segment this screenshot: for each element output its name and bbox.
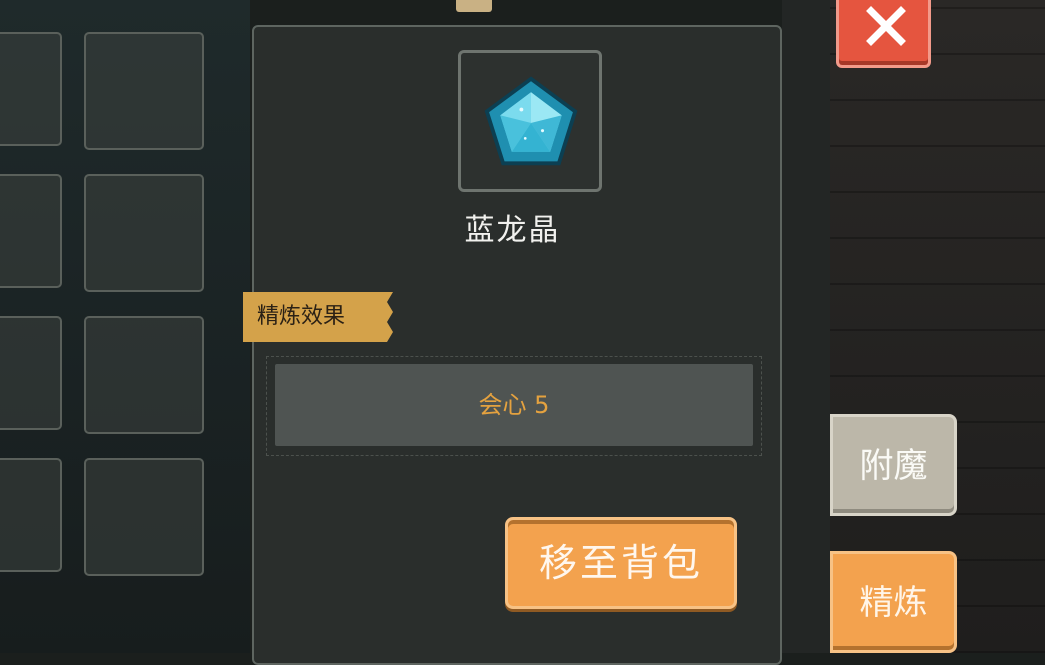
blue-pentagon-gem-icon — [484, 76, 578, 166]
top-decoration — [456, 0, 492, 12]
tab-enchant[interactable]: 附魔 — [830, 414, 957, 516]
inventory-slot[interactable] — [84, 32, 204, 150]
inventory-slot[interactable] — [0, 174, 62, 288]
inventory-slot[interactable] — [84, 174, 204, 292]
inventory-slot[interactable] — [0, 32, 62, 146]
inventory-slot[interactable] — [84, 316, 204, 434]
inventory-slot[interactable] — [0, 458, 62, 572]
refine-effect-value: 会心 5 — [275, 364, 753, 446]
refine-effect-tag: 精炼效果 — [243, 292, 393, 342]
close-button[interactable] — [836, 0, 931, 68]
item-icon-slot — [458, 50, 602, 192]
item-name: 蓝龙晶 — [464, 213, 561, 248]
move-to-backpack-button[interactable]: 移至背包 — [505, 517, 737, 609]
inventory-slot[interactable] — [84, 458, 204, 576]
inventory-slot[interactable] — [0, 316, 62, 430]
close-icon — [866, 6, 906, 46]
background-divider — [782, 0, 830, 653]
tab-refine[interactable]: 精炼 — [830, 551, 957, 653]
